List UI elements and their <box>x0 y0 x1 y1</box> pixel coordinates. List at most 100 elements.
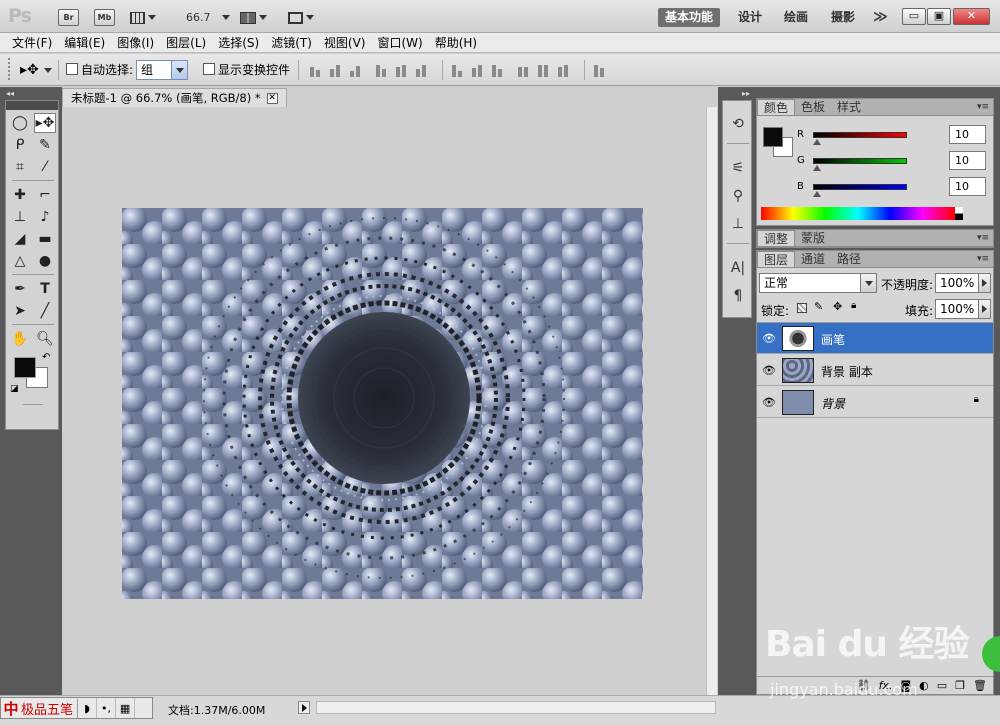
menu-layer[interactable]: 图层(L) <box>160 34 212 51</box>
tab-masks[interactable]: 蒙版 <box>795 230 831 246</box>
red-value-field[interactable]: 10 <box>949 125 986 144</box>
eye-icon[interactable]: 👁︎ <box>760 361 778 379</box>
layer-name[interactable]: 背景 <box>821 395 845 412</box>
lock-pixels-icon[interactable]: ✎ <box>814 300 823 313</box>
quick-mask-icon[interactable] <box>23 404 43 405</box>
bridge-button[interactable]: Br <box>58 9 79 26</box>
ime-keyboard-icon[interactable]: ▦ <box>116 698 136 718</box>
paragraph-panel-icon[interactable]: ¶ <box>729 287 747 305</box>
distribute-left-icon[interactable] <box>518 63 534 77</box>
tab-styles[interactable]: 样式 <box>831 99 867 115</box>
pen-tool-icon[interactable]: ✒ <box>9 279 31 299</box>
align-top-icon[interactable] <box>310 63 326 77</box>
black-white-ramp[interactable] <box>955 207 963 220</box>
distribute-right-icon[interactable] <box>558 63 574 77</box>
line-tool-icon[interactable]: ╱ <box>34 301 56 321</box>
distribute-top-icon[interactable] <box>452 63 468 77</box>
lock-all-icon[interactable]: 🔒︎ <box>851 300 856 311</box>
more-workspaces-button[interactable]: ≫ <box>866 8 895 27</box>
align-bottom-icon[interactable] <box>350 63 366 77</box>
minimize-button[interactable]: ▭ <box>902 8 926 25</box>
panel-menu-icon[interactable]: ▾≡ <box>977 233 989 243</box>
lock-position-icon[interactable]: ✥ <box>833 300 842 313</box>
clone-source-icon[interactable]: ⊥ <box>729 215 747 233</box>
adjustment-icon[interactable]: ◐ <box>919 679 929 692</box>
expand-icon[interactable]: ▸▸ <box>742 89 750 98</box>
tab-color[interactable]: 颜色 <box>757 99 796 115</box>
status-menu-arrow[interactable] <box>298 701 310 714</box>
marquee-tool-icon[interactable]: ◯ <box>9 113 31 133</box>
layer-row[interactable]: 👁︎ 画笔 <box>757 323 993 354</box>
red-thumb[interactable] <box>813 139 821 145</box>
lock-transparency-icon[interactable] <box>797 303 807 313</box>
horizontal-scrollbar[interactable] <box>316 701 716 714</box>
distribute-bottom-icon[interactable] <box>492 63 508 77</box>
ime-punctuation-icon[interactable]: •, <box>97 698 117 718</box>
tab-channels[interactable]: 通道 <box>795 251 831 267</box>
tab-adjustments[interactable]: 调整 <box>757 230 796 246</box>
menu-view[interactable]: 视图(V) <box>318 34 372 51</box>
brushes-panel-icon[interactable]: ⚲ <box>729 187 747 205</box>
swap-colors-icon[interactable]: ↶ <box>42 352 50 363</box>
auto-align-icon[interactable] <box>594 63 610 77</box>
opacity-slider-arrow-icon[interactable] <box>978 274 990 292</box>
color-spectrum-bar[interactable] <box>761 207 955 220</box>
tab-layers[interactable]: 图层 <box>757 251 796 267</box>
align-right-icon[interactable] <box>416 63 432 77</box>
workspace-design[interactable]: 设计 <box>731 8 769 27</box>
menu-file[interactable]: 文件(F) <box>6 34 58 51</box>
move-tool-icon[interactable]: ▸✥ <box>34 113 56 133</box>
tab-swatches[interactable]: 色板 <box>795 99 831 115</box>
layer-row[interactable]: 👁︎ 背景 🔒︎ <box>757 387 993 418</box>
panel-menu-icon[interactable]: ▾≡ <box>977 254 989 264</box>
character-panel-icon[interactable]: A| <box>729 259 747 277</box>
fill-slider-arrow-icon[interactable] <box>978 300 990 318</box>
menu-image[interactable]: 图像(I) <box>111 34 160 51</box>
menu-window[interactable]: 窗口(W) <box>371 34 428 51</box>
eraser-tool-icon[interactable]: ◢ <box>9 229 31 249</box>
blue-thumb[interactable] <box>813 191 821 197</box>
blur-tool-icon[interactable]: △ <box>9 251 31 271</box>
screen-mode-dropdown[interactable] <box>288 9 314 26</box>
minibridge-button[interactable]: Mb <box>94 9 115 26</box>
opacity-field[interactable]: 100% <box>935 273 991 293</box>
menu-help[interactable]: 帮助(H) <box>429 34 483 51</box>
workspace-painting[interactable]: 绘画 <box>777 8 815 27</box>
view-extras-dropdown[interactable] <box>130 9 156 26</box>
menu-select[interactable]: 选择(S) <box>212 34 265 51</box>
tool-preset-picker[interactable]: ▸✥ <box>20 62 52 78</box>
eye-icon[interactable]: 👁︎ <box>760 393 778 411</box>
eyedropper-tool-icon[interactable]: ⁄ <box>34 157 56 177</box>
zoom-tool-icon[interactable]: 🔍︎ <box>34 329 56 349</box>
trash-icon[interactable]: 🗑︎ <box>973 679 987 692</box>
quick-select-tool-icon[interactable]: ✎ <box>34 135 56 155</box>
menu-edit[interactable]: 编辑(E) <box>58 34 111 51</box>
crop-tool-icon[interactable]: ⌗ <box>9 157 31 177</box>
distribute-vcenter-icon[interactable] <box>472 63 488 77</box>
align-vcenter-icon[interactable] <box>330 63 346 77</box>
healing-brush-tool-icon[interactable]: ✚ <box>9 185 31 205</box>
auto-select-checkbox[interactable] <box>66 63 78 75</box>
history-brush-tool-icon[interactable]: ♪ <box>34 207 56 227</box>
blue-value-field[interactable]: 10 <box>949 177 986 196</box>
clone-stamp-tool-icon[interactable]: ⊥ <box>9 207 31 227</box>
workspace-photography[interactable]: 摄影 <box>824 8 862 27</box>
brush-presets-icon[interactable]: ⚟ <box>729 159 747 177</box>
image-canvas[interactable] <box>122 208 643 599</box>
close-tab-icon[interactable]: ✕ <box>266 92 278 104</box>
foreground-color-swatch-top[interactable] <box>14 357 36 378</box>
gradient-tool-icon[interactable]: ▬ <box>34 229 56 249</box>
show-transform-checkbox[interactable] <box>203 63 215 75</box>
workspace-essentials[interactable]: 基本功能 <box>658 8 721 27</box>
align-left-icon[interactable] <box>376 63 392 77</box>
green-value-field[interactable]: 10 <box>949 151 986 170</box>
eye-icon[interactable]: 👁︎ <box>760 329 778 347</box>
close-button[interactable]: ✕ <box>953 8 990 25</box>
layer-name[interactable]: 背景 副本 <box>821 363 873 380</box>
dodge-tool-icon[interactable]: ● <box>34 251 56 271</box>
hand-tool-icon[interactable]: ✋ <box>9 329 31 349</box>
ime-chinese-mode[interactable]: 中 <box>1 698 21 719</box>
folder-icon[interactable]: ▭ <box>937 679 947 692</box>
default-colors-icon[interactable]: ◪ <box>10 384 19 394</box>
align-hcenter-icon[interactable] <box>396 63 412 77</box>
